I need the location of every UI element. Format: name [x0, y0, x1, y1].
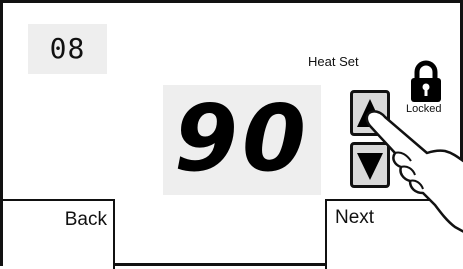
thermostat-screen: 08 Heat Set 90 Locked Back Next	[0, 0, 463, 269]
next-button[interactable]: Next	[325, 199, 463, 269]
lock-status-label: Locked	[406, 103, 442, 115]
next-button-label: Next	[335, 207, 375, 228]
temperature-display: 90	[163, 85, 321, 195]
temperature-value: 90	[173, 85, 311, 192]
program-code-display: 08	[28, 24, 107, 74]
program-code: 08	[49, 32, 86, 65]
back-button-label: Back	[64, 209, 107, 230]
temperature-down-button[interactable]	[350, 142, 390, 188]
back-button[interactable]: Back	[3, 199, 115, 269]
mode-label: Heat Set	[308, 54, 359, 69]
lock-icon	[411, 60, 441, 102]
up-arrow-icon	[357, 99, 383, 127]
down-arrow-icon	[357, 153, 383, 180]
temperature-up-button[interactable]	[350, 90, 390, 136]
